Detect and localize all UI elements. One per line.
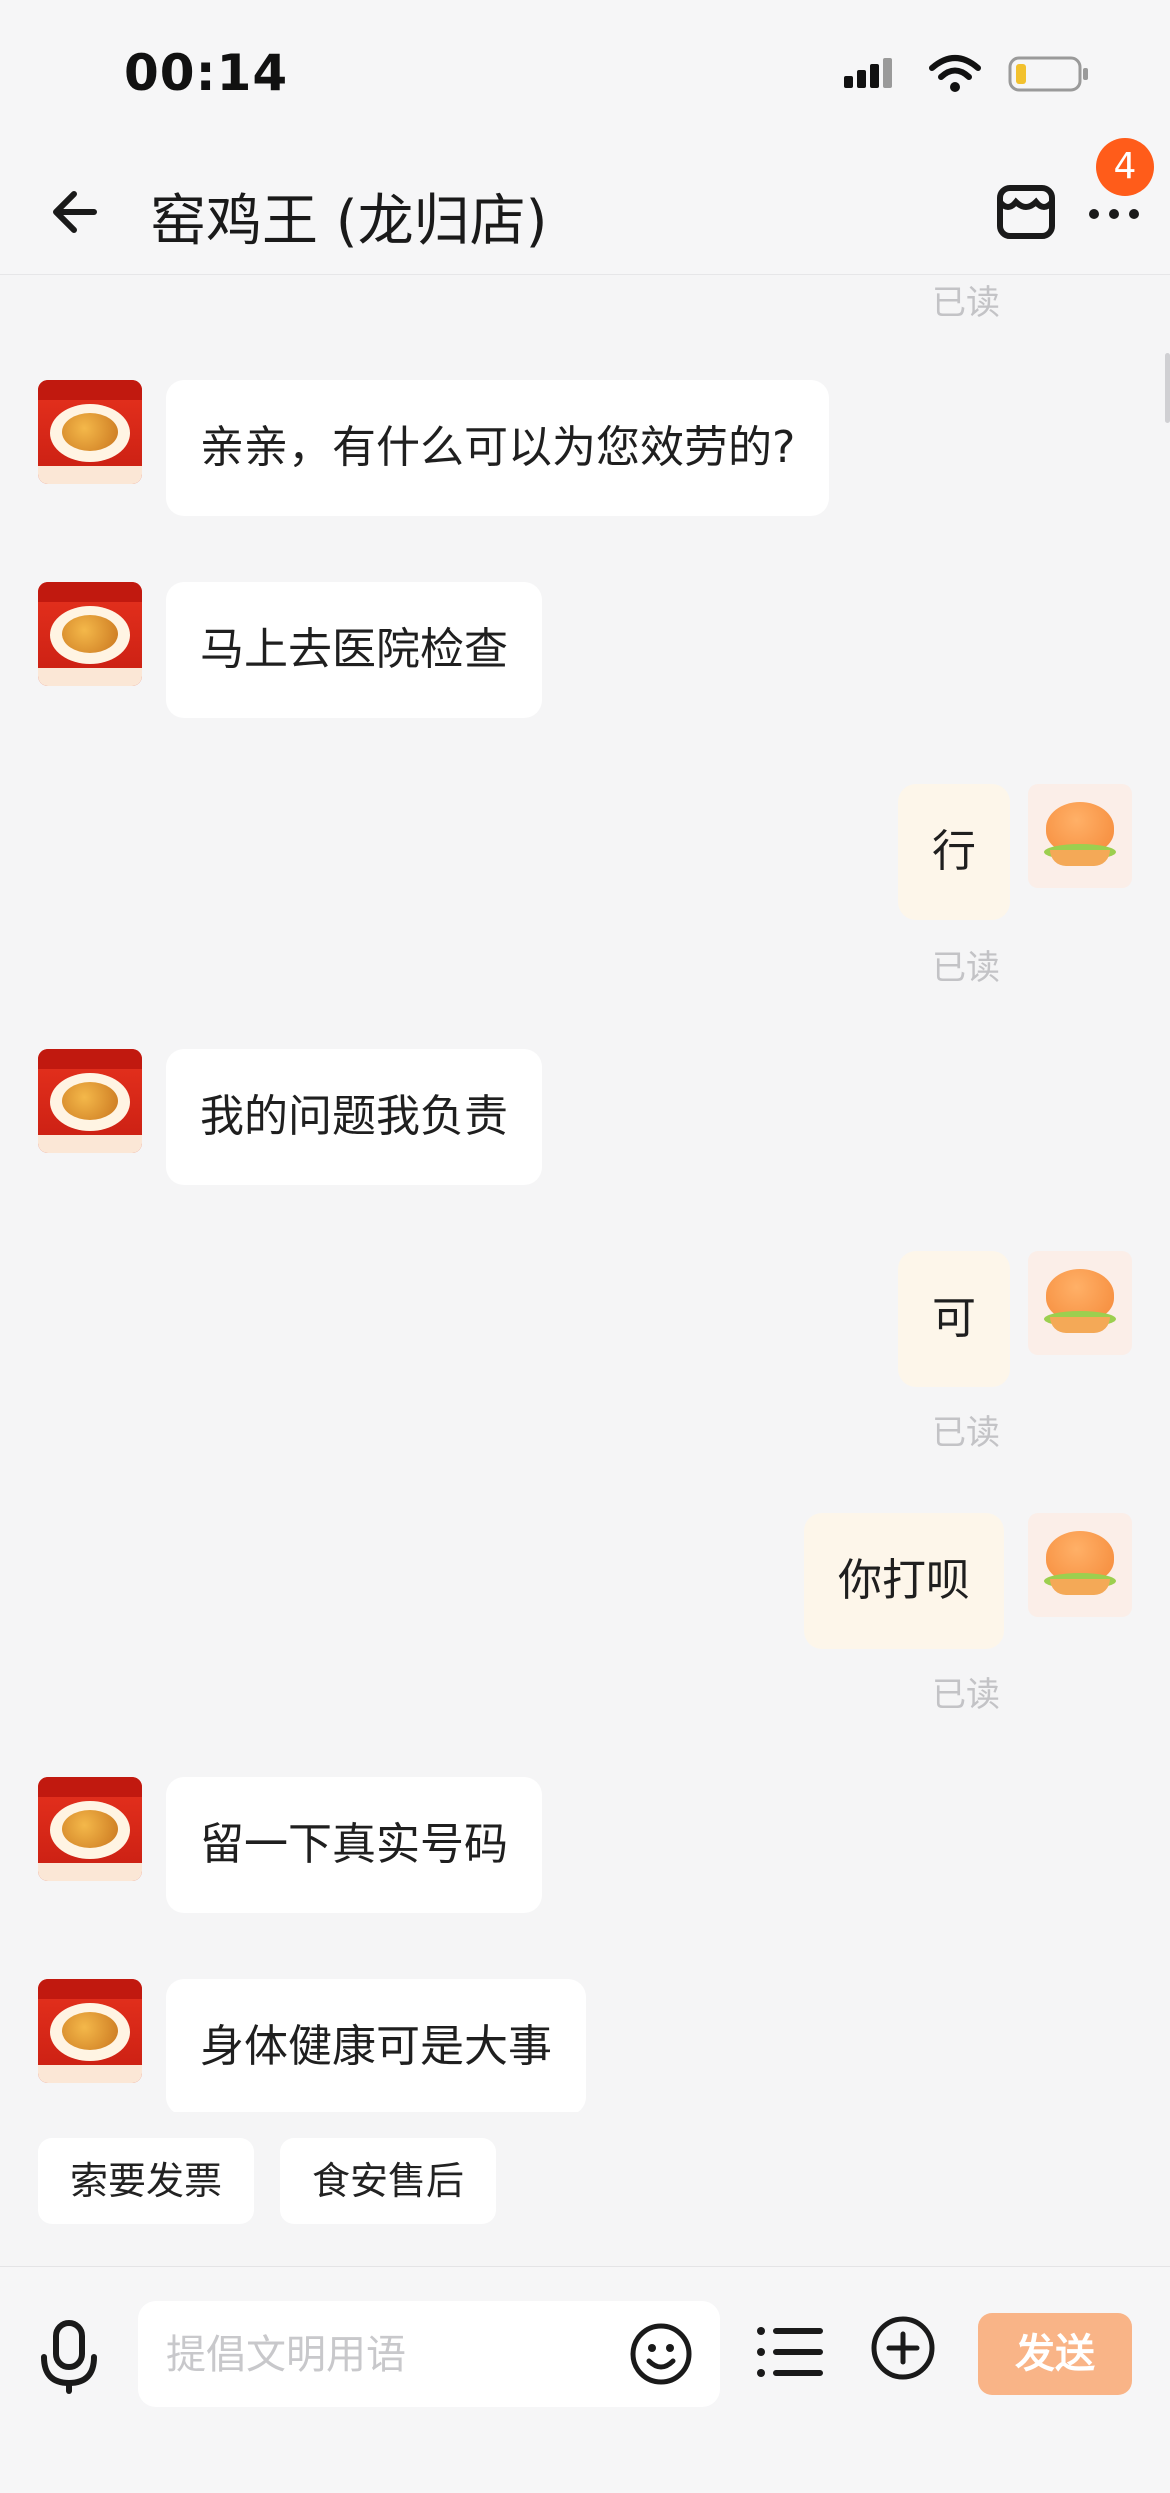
emoji-icon[interactable] <box>628 2321 694 2387</box>
send-button[interactable]: 发送 <box>978 2313 1132 2395</box>
list-menu-icon[interactable] <box>754 2319 824 2385</box>
microphone-icon[interactable] <box>36 2319 102 2395</box>
incoming-message[interactable]: 我的问题我负责 <box>166 1049 542 1185</box>
shop-avatar[interactable] <box>38 582 142 686</box>
message-list[interactable]: 已读 亲亲，有什么可以为您效劳的? 马上去医院检查 行 已读 我的问题我负责 可… <box>0 275 1170 2112</box>
shop-avatar[interactable] <box>38 1049 142 1153</box>
scrollbar[interactable] <box>1165 353 1170 423</box>
read-receipt: 已读 <box>932 283 1000 323</box>
quick-reply-invoice[interactable]: 索要发票 <box>38 2138 255 2224</box>
message-input[interactable] <box>164 2301 618 2409</box>
chat-header: 窑鸡王 (龙归店) <box>0 150 1170 275</box>
incoming-message[interactable]: 身体健康可是大事 <box>166 1979 586 2112</box>
user-avatar[interactable] <box>1028 1251 1132 1355</box>
shop-avatar[interactable] <box>38 380 142 484</box>
read-receipt: 已读 <box>932 1675 1000 1715</box>
incoming-message[interactable]: 马上去医院检查 <box>166 582 542 718</box>
chat-title: 窑鸡王 (龙归店) <box>150 189 548 254</box>
user-avatar[interactable] <box>1028 784 1132 888</box>
outgoing-message[interactable]: 你打呗 <box>804 1513 1004 1649</box>
back-arrow-icon[interactable] <box>44 180 108 244</box>
message-input-container[interactable] <box>138 2301 720 2409</box>
outgoing-message[interactable]: 行 <box>898 784 1010 920</box>
signal-icon <box>844 58 892 88</box>
incoming-message[interactable]: 留一下真实号码 <box>166 1777 542 1913</box>
user-avatar[interactable] <box>1028 1513 1132 1617</box>
notification-badge: 4 <box>1096 138 1154 196</box>
quick-reply-food-safety[interactable]: 食安售后 <box>280 2138 497 2224</box>
status-bar: 00:14 <box>0 0 1170 150</box>
wifi-icon <box>929 55 981 92</box>
composer-bar: 发送 <box>0 2266 1170 2493</box>
read-receipt: 已读 <box>932 1413 1000 1453</box>
incoming-message[interactable]: 亲亲，有什么可以为您效劳的? <box>166 380 830 516</box>
outgoing-message[interactable]: 可 <box>898 1251 1010 1387</box>
read-receipt: 已读 <box>932 948 1000 988</box>
status-time: 00:14 <box>124 44 289 102</box>
add-icon[interactable] <box>868 2313 938 2383</box>
battery-icon <box>1008 56 1088 92</box>
store-icon[interactable] <box>992 178 1060 246</box>
shop-avatar[interactable] <box>38 1979 142 2083</box>
shop-avatar[interactable] <box>38 1777 142 1881</box>
